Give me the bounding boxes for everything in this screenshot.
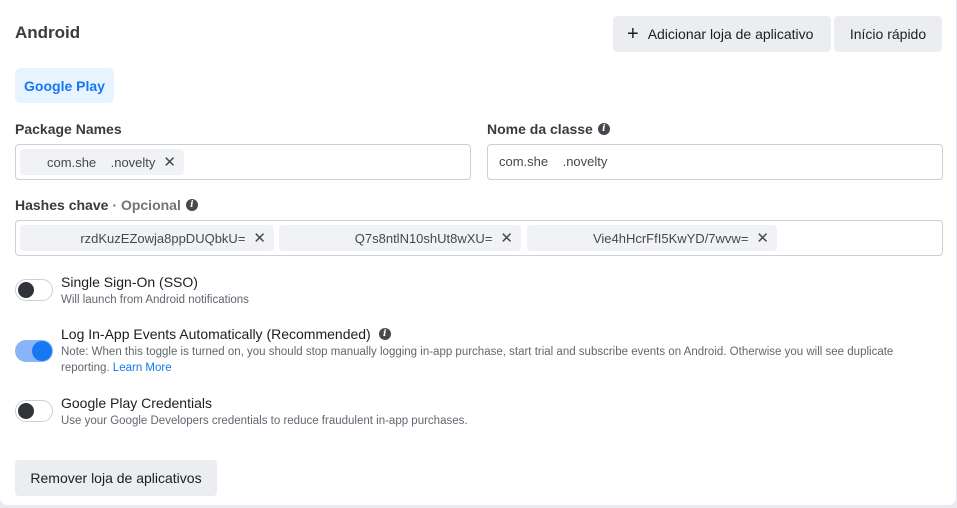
- add-app-store-button[interactable]: + Adicionar loja de aplicativo: [613, 16, 831, 52]
- package-names-input[interactable]: com.she .novelty ✕: [15, 144, 471, 180]
- log-events-desc-text: Note: When this toggle is turned on, you…: [61, 346, 894, 374]
- class-name-label: Nome da classe i: [487, 121, 610, 137]
- sso-description: Will launch from Android notifications: [61, 294, 249, 306]
- android-platform-card: Android + Adicionar loja de aplicativo I…: [0, 0, 957, 505]
- close-icon[interactable]: ✕: [500, 229, 513, 247]
- platform-title: Android: [15, 23, 81, 42]
- info-icon[interactable]: i: [378, 328, 391, 340]
- gplay-credentials-title: Google Play Credentials: [61, 395, 212, 411]
- log-events-description: Note: When this toggle is turned on, you…: [61, 344, 941, 376]
- info-icon[interactable]: i: [185, 199, 198, 211]
- sso-toggle[interactable]: [15, 279, 53, 301]
- close-icon[interactable]: ✕: [253, 229, 266, 247]
- learn-more-link[interactable]: Learn More: [113, 362, 172, 374]
- key-hashes-label: Hashes chave · Opcional i: [15, 197, 198, 213]
- class-name-input[interactable]: com.she .novelty: [487, 144, 943, 180]
- close-icon[interactable]: ✕: [756, 229, 769, 247]
- key-hash-chip: rzdKuzEZowja8ppDUQbkU= ✕: [20, 225, 274, 251]
- gplay-credentials-toggle[interactable]: [15, 400, 53, 422]
- add-app-store-label: Adicionar loja de aplicativo: [647, 26, 814, 42]
- quick-start-button[interactable]: Início rápido: [834, 16, 942, 52]
- class-name-label-text: Nome da classe: [487, 121, 593, 137]
- package-names-label-text: Package Names: [15, 121, 122, 137]
- close-icon[interactable]: ✕: [163, 153, 176, 171]
- optional-tag: · Opcional: [112, 197, 181, 213]
- log-events-title: Log In-App Events Automatically (Recomme…: [61, 326, 391, 342]
- key-hashes-label-text: Hashes chave: [15, 197, 109, 213]
- toggle-knob: [32, 341, 52, 361]
- gplay-credentials-description: Use your Google Developers credentials t…: [61, 415, 468, 427]
- key-hashes-input[interactable]: rzdKuzEZowja8ppDUQbkU= ✕ Q7s8ntlN10shUt8…: [15, 220, 943, 256]
- key-hash-chip: Q7s8ntlN10shUt8wXU= ✕: [279, 225, 521, 251]
- toggle-knob: [18, 282, 34, 298]
- package-names-label: Package Names: [15, 121, 122, 137]
- key-hash-chip-text: Vie4hHcrFfI5KwYD/7wvw=: [592, 230, 749, 246]
- plus-icon: +: [627, 23, 639, 45]
- class-name-value: com.she .novelty: [499, 154, 608, 169]
- sso-title: Single Sign-On (SSO): [61, 274, 198, 290]
- package-name-chip: com.she .novelty ✕: [20, 149, 184, 175]
- log-events-toggle[interactable]: [15, 340, 53, 362]
- remove-app-store-button[interactable]: Remover loja de aplicativos: [15, 460, 217, 496]
- package-name-chip-text: com.she .novelty: [47, 154, 156, 170]
- toggle-knob: [18, 403, 34, 419]
- tab-google-play[interactable]: Google Play: [15, 68, 114, 103]
- info-icon[interactable]: i: [597, 123, 610, 135]
- key-hash-chip-text: Q7s8ntlN10shUt8wXU=: [354, 230, 493, 246]
- key-hash-chip-text: rzdKuzEZowja8ppDUQbkU=: [80, 230, 246, 246]
- key-hash-chip: Vie4hHcrFfI5KwYD/7wvw= ✕: [527, 225, 777, 251]
- log-events-title-text: Log In-App Events Automatically (Recomme…: [61, 326, 371, 342]
